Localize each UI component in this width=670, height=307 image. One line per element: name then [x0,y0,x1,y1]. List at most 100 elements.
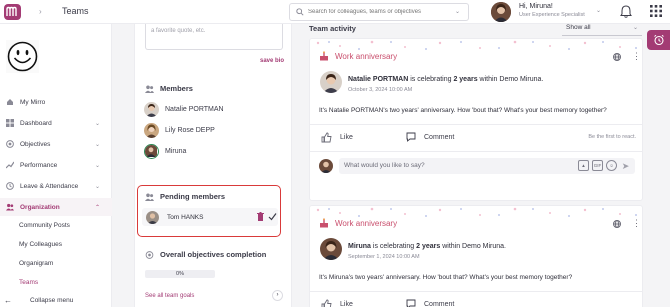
activity-post: Work anniversary ⋮ Miruna is celebrating… [309,205,643,307]
check-icon[interactable] [268,212,277,221]
comment-composer: What would you like to say? ▲ GIF ☺ ➤ [310,151,642,179]
bio-placeholder: a favorite quote, etc. [151,28,206,34]
user-menu-chevron-icon[interactable]: ⌄ [596,7,601,14]
trash-icon[interactable] [257,212,264,221]
apps-grid-icon[interactable] [650,5,662,17]
post-company: within Demo Miruna. [479,76,544,83]
collapse-menu-button[interactable]: ← Collapse menu [4,296,73,305]
comment-tools: ▲ GIF ☺ ➤ [578,160,631,171]
post-headline: Miruna is celebrating 2 years within Dem… [348,243,506,250]
members-title-label: Members [160,84,193,93]
sidebar-item-label: Objectives [20,140,51,148]
avatar [320,71,342,93]
member-name: Lily Rose DEPP [165,127,215,134]
comment-icon [406,299,416,307]
team-panel: a favorite quote, etc. save bio Members … [134,24,292,307]
post-person-name[interactable]: Natalie PORTMAN [348,76,408,83]
post-verb: is celebrating [372,243,415,250]
more-options-icon[interactable]: ⋮ [632,219,641,228]
bio-textarea[interactable]: a favorite quote, etc. [145,24,283,50]
post-person-name[interactable]: Miruna [348,243,371,250]
team-activity-title: Team activity [309,24,356,33]
chevron-down-icon[interactable]: ⌄ [455,8,460,15]
sidebar-item-objectives[interactable]: Objectives ⌄ [0,135,112,153]
sidebar-item-organization[interactable]: Organization ⌃ [0,198,112,216]
avatar [144,144,159,159]
post-body: It's Miruna's two years' anniversary. Ho… [319,274,573,281]
see-all-team-goals-link[interactable]: See all team goals [145,293,194,299]
post-company: within Demo Miruna. [442,243,507,250]
more-options-icon[interactable]: ⋮ [632,52,641,61]
objectives-title: Overall objectives completion [145,250,266,259]
activity-post: Work anniversary ⋮ Natalie PORTMAN is ce… [309,38,643,201]
avatar [320,238,342,260]
sidebar-item-label: Dashboard [20,119,52,127]
sidebar-item-dashboard[interactable]: Dashboard ⌄ [0,114,112,132]
comment-input[interactable]: What would you like to say? ▲ GIF ☺ ➤ [339,158,635,174]
chevron-right-icon[interactable]: › [272,290,283,301]
member-name: Natalie PORTMAN [165,106,224,113]
dashboard-icon [6,119,14,127]
chevron-down-icon: ⌄ [94,120,100,127]
send-icon[interactable]: ➤ [620,160,631,171]
search-bar[interactable]: ⌄ [289,3,469,21]
globe-icon [613,53,621,61]
image-icon[interactable]: ▲ [578,160,589,171]
search-icon [296,8,304,16]
member-item[interactable]: Lily Rose DEPP [144,123,215,138]
thumbs-up-icon [321,132,332,143]
post-actions: Like Comment Be the first to react. [310,124,642,150]
save-bio-button[interactable]: save bio [260,58,284,64]
post-verb: is celebrating [410,76,452,83]
sidebar-subitem-organigram[interactable]: Organigram [19,260,53,267]
user-greeting: Hi, Miruna! [519,3,553,10]
target-icon [145,250,154,259]
member-name: Miruna [165,148,187,155]
user-avatar[interactable] [491,2,511,22]
comment-button[interactable]: Comment [406,299,454,307]
chevron-down-icon: ⌄ [94,183,100,190]
post-type-label: Work anniversary [335,51,398,61]
comment-icon [406,132,416,142]
people-icon [145,193,154,201]
cake-icon [320,51,328,61]
collapse-menu-label: Collapse menu [30,297,74,304]
member-item[interactable]: Natalie PORTMAN [144,102,224,117]
sidebar-item-label: My Mirro [20,98,46,106]
post-type-header: Work anniversary [319,218,397,228]
people-icon [145,85,154,93]
pending-members-title: Pending members [145,192,225,201]
comment-placeholder: What would you like to say? [344,162,425,169]
page-title: Teams [62,6,89,16]
activity-filter-select[interactable]: Show all ⌄ [562,20,642,36]
comment-button[interactable]: Comment [406,132,454,142]
first-to-react-text: Be the first to react. [588,134,636,140]
post-body: It's Natalie PORTMAN's two years' annive… [319,107,607,114]
search-input[interactable] [308,9,448,15]
chevron-down-icon: ⌄ [94,141,100,148]
avatar [144,102,159,117]
gif-icon[interactable]: GIF [592,160,603,171]
floating-action-button[interactable] [647,30,670,50]
objectives-progress-bar: 0% [145,270,215,278]
sidebar-subitem-community-posts[interactable]: Community Posts [19,222,70,229]
pending-member-name: Tom HANKS [167,213,204,221]
sidebar-subitem-teams[interactable]: Teams [19,279,38,286]
sidebar-subitem-my-colleagues[interactable]: My Colleagues [19,241,62,248]
avatar [144,123,159,138]
like-button[interactable]: Like [321,299,353,307]
sidebar-item-my-mirro[interactable]: My Mirro [0,93,112,111]
bell-icon[interactable] [620,5,632,18]
sidebar-item-leave-attendance[interactable]: Leave & Attendance ⌄ [0,177,112,195]
sidebar: My Mirro Dashboard ⌄ Objectives ⌄ Perfor… [0,24,112,307]
trend-icon [6,161,14,169]
sidebar-item-performance[interactable]: Performance ⌄ [0,156,112,174]
like-button[interactable]: Like [321,132,353,143]
breadcrumb-chevron-icon: › [39,7,42,16]
alarm-clock-icon [653,34,664,46]
sidebar-item-label: Performance [20,161,58,169]
mirro-logo[interactable] [4,4,21,20]
emoji-icon[interactable]: ☺ [606,160,617,171]
globe-icon [613,220,621,228]
member-item[interactable]: Miruna [144,144,186,159]
